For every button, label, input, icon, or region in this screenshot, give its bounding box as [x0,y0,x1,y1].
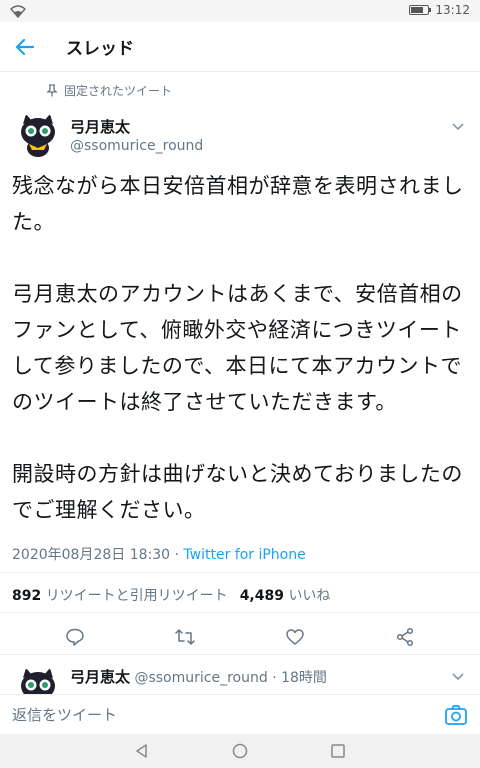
tweet-meta: 2020年08月28日 18:30 · Twitter for iPhone [12,544,306,564]
cat-mascot-icon [21,114,55,157]
cat-mascot-icon [21,668,55,694]
square-recents-icon [331,744,345,758]
nav-home-button[interactable] [230,741,250,761]
tweet-header: 弓月恵太 @ssomurice_round [14,110,466,160]
page-title: スレッド [66,39,134,59]
back-button[interactable] [2,24,48,70]
tweet-paragraph: 残念ながら本日安倍首相が辞意を表明されました。 [12,174,464,234]
wifi-icon [10,5,26,18]
tweet-paragraph: 開設時の方針は曲げないと決めておりましたのでご理解ください。 [12,462,463,522]
tweet-text: 残念ながら本日安倍首相が辞意を表明されました。 弓月恵太のアカウントはあくまで、… [12,168,468,528]
likes-stat[interactable]: 4,489 いいね [240,585,331,605]
system-nav-bar [0,734,480,768]
circle-home-icon [232,743,248,759]
heart-icon [286,629,304,645]
comment-icon [66,628,84,646]
reply-tweet[interactable]: 弓月恵太 @ssomurice_round · 18時間 [14,658,466,694]
reply-author-meta: @ssomurice_round · 18時間 [134,670,327,686]
tweet-source-link[interactable]: Twitter for iPhone [183,547,305,563]
reply-bar: 返信をツイート [0,694,480,734]
arrow-left-icon [15,38,35,55]
likes-label: いいね [288,588,331,604]
nav-back-button[interactable] [132,741,152,761]
share-icon [396,627,414,647]
pinned-label: 固定されたツイート [46,82,172,99]
pin-icon [46,84,58,97]
likes-count: 4,489 [239,588,284,604]
tweet-timestamp[interactable]: 2020年08月28日 18:30 · [12,547,183,563]
status-time: 13:12 [435,3,470,17]
retweet-button[interactable] [173,625,197,649]
chevron-down-icon[interactable] [450,118,466,134]
app-bar: スレッド [0,22,480,72]
divider [0,612,480,613]
share-button[interactable] [393,625,417,649]
divider [0,572,480,573]
camera-icon[interactable] [444,703,468,727]
tweet-stats: 892 リツイートと引用リツイート 4,489 いいね [12,585,330,605]
pinned-text: 固定されたツイート [64,84,173,98]
tweet-paragraph: 弓月恵太のアカウントはあくまで、安倍首相のファンとして、俯瞰外交や経済につきツイ… [12,282,463,414]
tweet-actions [0,622,480,652]
reply-input[interactable]: 返信をツイート [12,704,412,725]
like-button[interactable] [283,625,307,649]
retweets-label: リツイートと引用リツイート [45,588,228,604]
avatar[interactable] [14,112,62,160]
retweets-count: 892 [12,588,42,604]
reply-author-line: 弓月恵太 @ssomurice_round · 18時間 [70,666,327,687]
avatar[interactable] [14,666,62,694]
nav-recents-button[interactable] [328,741,348,761]
reply-author-name[interactable]: 弓月恵太 [70,668,130,686]
status-bar: 13:12 [0,0,480,22]
chevron-down-icon[interactable] [450,668,466,684]
retweets-stat[interactable]: 892 リツイートと引用リツイート [12,585,228,605]
author-name[interactable]: 弓月恵太 [70,116,130,137]
triangle-back-icon [136,744,147,758]
divider [0,654,480,655]
battery-icon [409,5,432,15]
reply-button[interactable] [63,625,87,649]
author-handle[interactable]: @ssomurice_round [70,138,203,154]
retweet-icon [175,629,195,645]
